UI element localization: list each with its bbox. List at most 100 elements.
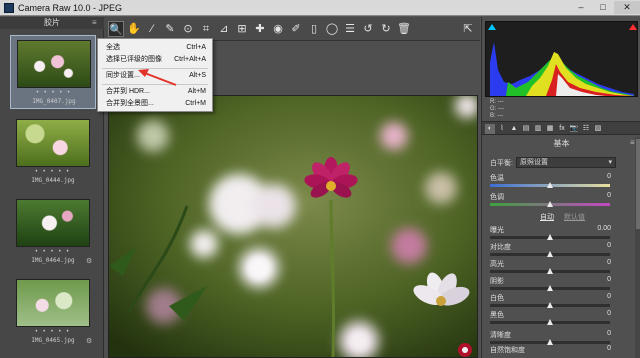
slider-value[interactable]: 0 bbox=[607, 345, 611, 352]
slider-thumb[interactable] bbox=[547, 182, 553, 188]
rotate-cw-icon[interactable]: ↻ bbox=[378, 21, 394, 37]
photo-preview[interactable] bbox=[108, 95, 478, 358]
menu-item-select-rated[interactable]: 选择已评级的图像 Ctrl+Alt+A bbox=[98, 54, 212, 66]
context-menu: 全选 Ctrl+A 选择已评级的图像 Ctrl+Alt+A 同步设置... Al… bbox=[97, 38, 213, 112]
lens-tab-icon[interactable]: ▦ bbox=[545, 124, 555, 134]
menu-item-sync-settings[interactable]: 同步设置... Alt+S bbox=[98, 70, 212, 82]
readout-b: B: --- bbox=[490, 113, 504, 119]
auto-default-row: 自动 默认值 bbox=[482, 212, 640, 222]
scrollbar-grip[interactable] bbox=[636, 139, 640, 229]
slider-value[interactable]: 0 bbox=[607, 192, 611, 199]
thumbnail-image bbox=[16, 119, 90, 167]
close-button[interactable]: ✕ bbox=[614, 1, 640, 14]
menu-item-merge-hdr[interactable]: 合并到 HDR... Alt+M bbox=[98, 86, 212, 98]
slider-thumb[interactable] bbox=[547, 268, 553, 274]
slider-value[interactable]: 0 bbox=[607, 276, 611, 283]
split-toning-tab-icon[interactable]: ▥ bbox=[533, 124, 543, 134]
preferences-icon[interactable]: ☰ bbox=[342, 21, 358, 37]
red-eye-icon[interactable]: ◉ bbox=[270, 21, 286, 37]
sync-settings-icon: ⚙ bbox=[86, 338, 93, 345]
trash-icon[interactable]: 🗑 bbox=[396, 21, 412, 37]
slider-thumb[interactable] bbox=[547, 251, 553, 257]
temperature-slider[interactable]: 色温 0 bbox=[490, 173, 635, 193]
menu-item-shortcut: Alt+M bbox=[187, 88, 206, 95]
slider-value[interactable]: 0 bbox=[607, 310, 611, 317]
rotate-ccw-icon[interactable]: ↺ bbox=[360, 21, 376, 37]
slider-label: 自然饱和度 bbox=[490, 347, 525, 354]
vibrance-slider[interactable]: 自然饱和度 0 bbox=[490, 345, 635, 358]
slider-value[interactable]: 0 bbox=[607, 259, 611, 266]
adjust-brush-icon[interactable]: ✐ bbox=[288, 21, 304, 37]
detail-tab-icon[interactable]: ▲ bbox=[509, 124, 519, 134]
filmstrip-thumb-2[interactable]: • • • • • IMG_0444.jpg bbox=[10, 115, 96, 189]
slider-thumb[interactable] bbox=[547, 302, 553, 308]
slider-value[interactable]: 0 bbox=[607, 242, 611, 249]
slider-label: 黑色 bbox=[490, 312, 504, 319]
tint-slider[interactable]: 色调 0 bbox=[490, 192, 635, 212]
adjustments-panel: R: --- G: --- B: --- ◐ ⌇ ▲ ▤ ▥ ▦ fx 📷 ☷ … bbox=[481, 17, 640, 358]
slider-thumb[interactable] bbox=[547, 234, 553, 240]
title-bar: Camera Raw 10.0 - JPEG – □ ✕ bbox=[0, 0, 640, 16]
thumbnail-image bbox=[16, 279, 90, 327]
rating-stars[interactable]: • • • • • bbox=[11, 90, 97, 96]
slider-label: 曝光 bbox=[490, 227, 504, 234]
targeted-adjust-icon[interactable]: ⊙ bbox=[180, 21, 196, 37]
menu-separator bbox=[102, 68, 208, 69]
panel-tab-strip: ◐ ⌇ ▲ ▤ ▥ ▦ fx 📷 ☷ ▨ bbox=[482, 121, 640, 135]
slider-thumb[interactable] bbox=[547, 319, 553, 325]
zoom-tool-icon[interactable]: 🔍 bbox=[108, 21, 124, 37]
snapshots-tab-icon[interactable]: ▨ bbox=[593, 124, 603, 134]
maximize-button[interactable]: □ bbox=[592, 1, 614, 14]
spot-removal-icon[interactable]: ✚ bbox=[252, 21, 268, 37]
slider-thumb[interactable] bbox=[547, 201, 553, 207]
thumbnail-image bbox=[16, 199, 90, 247]
camera-calibration-tab-icon[interactable]: 📷 bbox=[569, 124, 579, 134]
crop-tool-icon[interactable]: ⌗ bbox=[198, 21, 214, 37]
white-balance-select[interactable]: 原照设置 ▾ bbox=[516, 157, 616, 168]
menu-item-shortcut: Ctrl+M bbox=[185, 100, 206, 107]
default-link[interactable]: 默认值 bbox=[564, 212, 585, 222]
panel-menu-icon[interactable]: ≡ bbox=[630, 138, 635, 147]
minimize-button[interactable]: – bbox=[570, 1, 592, 14]
slider-value[interactable]: 0 bbox=[607, 330, 611, 337]
effects-tab-icon[interactable]: fx bbox=[557, 124, 567, 134]
slider-value[interactable]: 0.00 bbox=[597, 225, 611, 232]
presets-tab-icon[interactable]: ☷ bbox=[581, 124, 591, 134]
menu-item-select-all[interactable]: 全选 Ctrl+A bbox=[98, 42, 212, 54]
hsl-tab-icon[interactable]: ▤ bbox=[521, 124, 531, 134]
slider-label: 色调 bbox=[490, 194, 504, 201]
slider-thumb[interactable] bbox=[547, 285, 553, 291]
filmstrip-thumb-3[interactable]: • • • • • IMG_0464.jpg ⚙ bbox=[10, 195, 96, 269]
rating-stars[interactable]: • • • • • bbox=[10, 249, 96, 255]
camera-raw-app-icon bbox=[4, 3, 14, 13]
blacks-slider[interactable]: 黑色 0 bbox=[490, 310, 635, 330]
color-sampler-icon[interactable]: ✎ bbox=[162, 21, 178, 37]
filmstrip-menu-icon[interactable]: ≡ bbox=[92, 19, 100, 27]
white-balance-label: 白平衡: bbox=[490, 160, 513, 167]
filmstrip-thumb-4[interactable]: • • • • • IMG_0465.jpg ⚙ bbox=[10, 275, 96, 349]
tone-curve-tab-icon[interactable]: ⌇ bbox=[497, 124, 507, 134]
slider-label: 阴影 bbox=[490, 278, 504, 285]
slider-value[interactable]: 0 bbox=[607, 173, 611, 180]
window-title: Camera Raw 10.0 - JPEG bbox=[18, 3, 123, 13]
basic-tab-icon[interactable]: ◐ bbox=[485, 124, 495, 134]
menu-item-label: 合并到 HDR... bbox=[106, 88, 150, 95]
histogram-graph bbox=[490, 42, 634, 96]
straighten-icon[interactable]: ⊿ bbox=[216, 21, 232, 37]
rating-stars[interactable]: • • • • • bbox=[10, 169, 96, 175]
white-balance-icon[interactable]: ⁄ bbox=[144, 21, 160, 37]
graduated-filter-icon[interactable]: ▯ bbox=[306, 21, 322, 37]
slider-value[interactable]: 0 bbox=[607, 293, 611, 300]
menu-item-merge-panorama[interactable]: 合并到全景图... Ctrl+M bbox=[98, 98, 212, 110]
auto-link[interactable]: 自动 bbox=[540, 212, 554, 222]
transform-icon[interactable]: ⊞ bbox=[234, 21, 250, 37]
filmstrip-panel: 胶片 ≡ • • • • • IMG_0407.jpg • • • • • IM… bbox=[0, 17, 104, 358]
hand-tool-icon[interactable]: ✋ bbox=[126, 21, 142, 37]
filmstrip-thumb-1[interactable]: • • • • • IMG_0407.jpg bbox=[10, 35, 96, 109]
rating-stars[interactable]: • • • • • bbox=[10, 329, 96, 335]
panel-scrollbar[interactable] bbox=[635, 137, 640, 358]
menu-item-shortcut: Ctrl+Alt+A bbox=[174, 56, 206, 63]
radial-filter-icon[interactable]: ◯ bbox=[324, 21, 340, 37]
slider-label: 白色 bbox=[490, 295, 504, 302]
open-in-photoshop-icon[interactable]: ⇱ bbox=[460, 21, 476, 37]
